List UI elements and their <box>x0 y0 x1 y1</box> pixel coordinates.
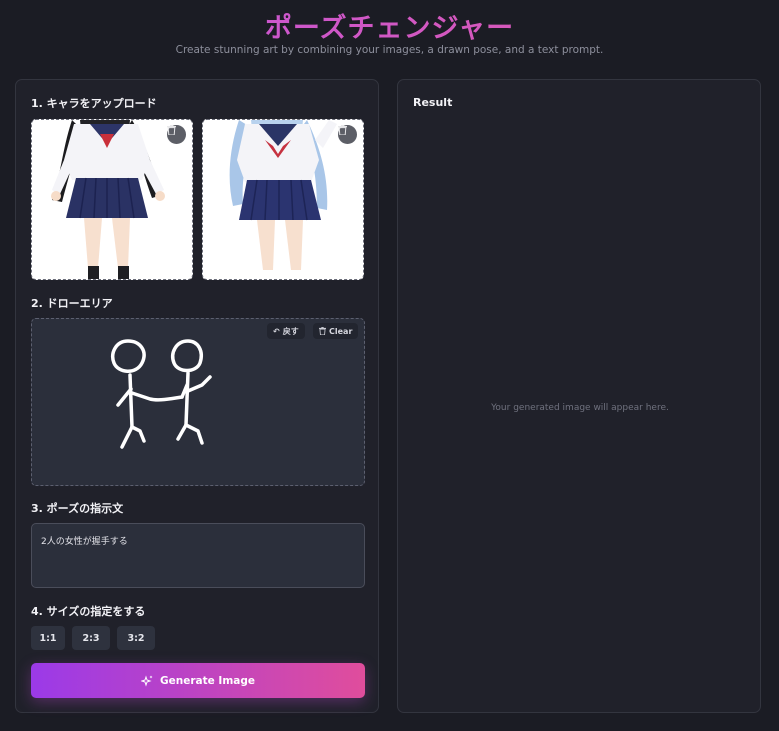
result-placeholder: Your generated image will appear here. <box>491 403 669 413</box>
stick-figure-drawing <box>111 339 212 449</box>
trash-icon <box>167 125 176 135</box>
app-subtitle: Create stunning art by combining your im… <box>175 44 604 56</box>
character-image-2-picture <box>229 120 337 270</box>
result-panel: Result Your generated image will appear … <box>397 79 761 713</box>
input-panel: 1. キャラをアップロード 2. ドローエリア ↶ 戻す Clear 3. ポー… <box>15 79 379 713</box>
size-option-2-3[interactable]: 2:3 <box>72 626 110 650</box>
prompt-input[interactable]: 2人の女性が握手する <box>31 523 365 588</box>
delete-image-1-button[interactable] <box>167 125 186 144</box>
character-image-1[interactable] <box>31 119 193 280</box>
app-title: ポーズチェンジャー <box>0 6 779 45</box>
size-option-1-1[interactable]: 1:1 <box>31 626 65 650</box>
result-heading: Result <box>413 96 453 109</box>
size-option-3-2[interactable]: 3:2 <box>117 626 155 650</box>
delete-image-2-button[interactable] <box>338 125 357 144</box>
character-image-2[interactable] <box>202 119 364 280</box>
drawing-canvas[interactable]: ↶ 戻す Clear <box>31 318 365 486</box>
upload-heading: 1. キャラをアップロード <box>31 97 157 110</box>
trash-icon <box>338 125 347 135</box>
prompt-heading: 3. ポーズの指示文 <box>31 502 124 515</box>
sparkle-icon <box>141 674 153 687</box>
character-image-1-picture <box>51 120 165 279</box>
size-heading: 4. サイズの指定をする <box>31 605 146 618</box>
generate-button[interactable]: Generate Image <box>31 663 365 698</box>
draw-heading: 2. ドローエリア <box>31 297 113 310</box>
generate-label: Generate Image <box>160 674 255 687</box>
